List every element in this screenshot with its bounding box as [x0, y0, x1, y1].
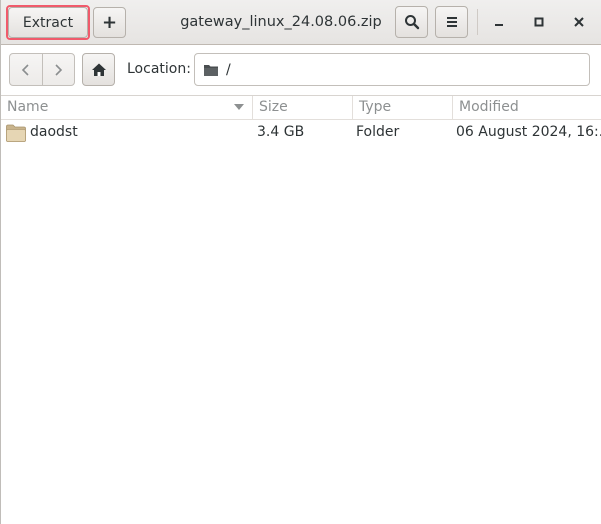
maximize-button[interactable] — [525, 8, 553, 36]
close-button[interactable] — [565, 8, 593, 36]
search-button[interactable] — [395, 6, 428, 38]
home-icon — [91, 63, 106, 76]
row-modified: 06 August 2024, 16:... — [456, 124, 601, 140]
column-header-size[interactable]: Size — [252, 96, 352, 120]
folder-icon — [204, 64, 218, 76]
back-button[interactable] — [10, 54, 42, 85]
column-header-modified-label: Modified — [459, 99, 519, 115]
add-files-button[interactable]: + — [93, 7, 126, 38]
maximize-icon — [534, 17, 544, 27]
navigation-button-group — [9, 53, 75, 86]
column-header-type-label: Type — [359, 99, 392, 115]
header-separator — [477, 9, 478, 35]
file-list: Name Size Type Modified daodst 3.4 GB Fo… — [1, 95, 601, 524]
add-button-label: + — [101, 12, 118, 33]
location-field[interactable]: / — [194, 53, 590, 86]
menu-button[interactable] — [435, 6, 468, 38]
folder-icon — [6, 124, 26, 142]
column-header-name[interactable]: Name — [1, 96, 252, 120]
sort-descending-icon — [234, 104, 244, 110]
hamburger-menu-icon — [446, 17, 457, 27]
chevron-right-icon — [55, 63, 63, 76]
home-button[interactable] — [82, 53, 115, 86]
row-name: daodst — [30, 124, 78, 140]
forward-button[interactable] — [41, 54, 75, 85]
column-header-type[interactable]: Type — [352, 96, 452, 120]
search-icon — [404, 15, 419, 30]
column-header-modified[interactable]: Modified — [452, 96, 601, 120]
column-header-name-label: Name — [7, 99, 49, 115]
minimize-button[interactable] — [485, 8, 513, 36]
window-title: gateway_linux_24.08.06.zip — [180, 14, 382, 30]
header-bar: Extract + gateway_linux_24.08.06.zip — [1, 0, 601, 45]
row-size: 3.4 GB — [257, 124, 305, 140]
location-bar: Location: / — [1, 45, 601, 95]
row-type: Folder — [356, 124, 400, 140]
archive-manager-window: Extract + gateway_linux_24.08.06.zip Loc… — [0, 0, 601, 524]
column-header-size-label: Size — [259, 99, 288, 115]
location-path: / — [226, 61, 231, 78]
close-icon — [574, 17, 584, 27]
minimize-icon — [495, 24, 503, 26]
chevron-left-icon — [21, 63, 29, 76]
table-row[interactable]: daodst 3.4 GB Folder 06 August 2024, 16:… — [1, 121, 601, 146]
extract-button[interactable]: Extract — [8, 7, 88, 38]
extract-button-label: Extract — [22, 14, 74, 31]
location-label: Location: — [127, 61, 191, 77]
